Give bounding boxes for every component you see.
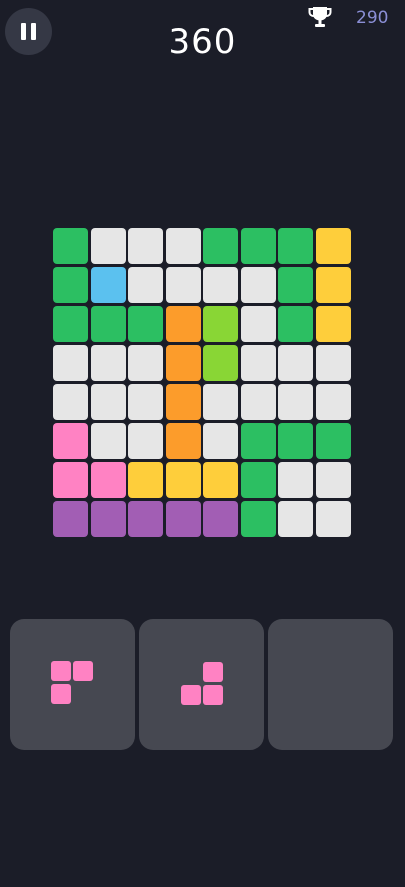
empty-cell[interactable] xyxy=(278,345,313,381)
filled-cell[interactable] xyxy=(241,228,276,264)
empty-cell[interactable] xyxy=(241,267,276,303)
filled-cell[interactable] xyxy=(53,306,88,342)
filled-cell[interactable] xyxy=(128,462,163,498)
trophy-icon xyxy=(308,7,332,27)
filled-cell[interactable] xyxy=(203,462,238,498)
piece-block[interactable] xyxy=(51,661,71,681)
empty-cell[interactable] xyxy=(166,228,201,264)
filled-cell[interactable] xyxy=(53,462,88,498)
empty-cell[interactable] xyxy=(128,228,163,264)
filled-cell[interactable] xyxy=(53,228,88,264)
empty-cell[interactable] xyxy=(316,384,351,420)
filled-cell[interactable] xyxy=(166,423,201,459)
piece-block[interactable] xyxy=(51,684,71,704)
filled-cell[interactable] xyxy=(166,501,201,537)
piece-block[interactable] xyxy=(181,685,201,705)
empty-cell[interactable] xyxy=(241,384,276,420)
filled-cell[interactable] xyxy=(91,462,126,498)
current-score: 360 xyxy=(168,22,237,62)
filled-cell[interactable] xyxy=(166,306,201,342)
empty-cell[interactable] xyxy=(53,384,88,420)
empty-cell[interactable] xyxy=(91,384,126,420)
empty-cell[interactable] xyxy=(91,228,126,264)
empty-cell[interactable] xyxy=(241,345,276,381)
piece-slot-1[interactable] xyxy=(10,619,135,750)
empty-cell[interactable] xyxy=(278,501,313,537)
filled-cell[interactable] xyxy=(278,228,313,264)
filled-cell[interactable] xyxy=(316,423,351,459)
piece-block[interactable] xyxy=(73,661,93,681)
piece-block[interactable] xyxy=(203,685,223,705)
filled-cell[interactable] xyxy=(166,345,201,381)
empty-cell[interactable] xyxy=(278,462,313,498)
filled-cell[interactable] xyxy=(166,462,201,498)
filled-cell[interactable] xyxy=(166,384,201,420)
filled-cell[interactable] xyxy=(316,306,351,342)
game-board[interactable] xyxy=(53,228,351,540)
empty-cell[interactable] xyxy=(91,423,126,459)
filled-cell[interactable] xyxy=(91,267,126,303)
filled-cell[interactable] xyxy=(278,306,313,342)
filled-cell[interactable] xyxy=(278,423,313,459)
filled-cell[interactable] xyxy=(91,501,126,537)
filled-cell[interactable] xyxy=(316,228,351,264)
empty-cell[interactable] xyxy=(241,306,276,342)
filled-cell[interactable] xyxy=(203,345,238,381)
empty-cell[interactable] xyxy=(203,423,238,459)
filled-cell[interactable] xyxy=(91,306,126,342)
filled-cell[interactable] xyxy=(53,501,88,537)
filled-cell[interactable] xyxy=(278,267,313,303)
empty-cell[interactable] xyxy=(316,501,351,537)
empty-cell[interactable] xyxy=(203,384,238,420)
empty-cell[interactable] xyxy=(128,267,163,303)
filled-cell[interactable] xyxy=(53,423,88,459)
filled-cell[interactable] xyxy=(203,501,238,537)
empty-cell[interactable] xyxy=(316,462,351,498)
filled-cell[interactable] xyxy=(203,306,238,342)
filled-cell[interactable] xyxy=(241,423,276,459)
filled-cell[interactable] xyxy=(241,462,276,498)
filled-cell[interactable] xyxy=(128,501,163,537)
piece-block[interactable] xyxy=(203,662,223,682)
best-score: 290 xyxy=(356,8,389,28)
empty-cell[interactable] xyxy=(166,267,201,303)
empty-cell[interactable] xyxy=(91,345,126,381)
piece-slot-2[interactable] xyxy=(139,619,264,750)
empty-cell[interactable] xyxy=(128,384,163,420)
empty-cell[interactable] xyxy=(53,345,88,381)
empty-cell[interactable] xyxy=(203,267,238,303)
filled-cell[interactable] xyxy=(128,306,163,342)
empty-cell[interactable] xyxy=(316,345,351,381)
filled-cell[interactable] xyxy=(241,501,276,537)
empty-cell[interactable] xyxy=(278,384,313,420)
empty-cell[interactable] xyxy=(128,345,163,381)
filled-cell[interactable] xyxy=(53,267,88,303)
piece-slot-3[interactable] xyxy=(268,619,393,750)
empty-cell[interactable] xyxy=(128,423,163,459)
filled-cell[interactable] xyxy=(316,267,351,303)
filled-cell[interactable] xyxy=(203,228,238,264)
